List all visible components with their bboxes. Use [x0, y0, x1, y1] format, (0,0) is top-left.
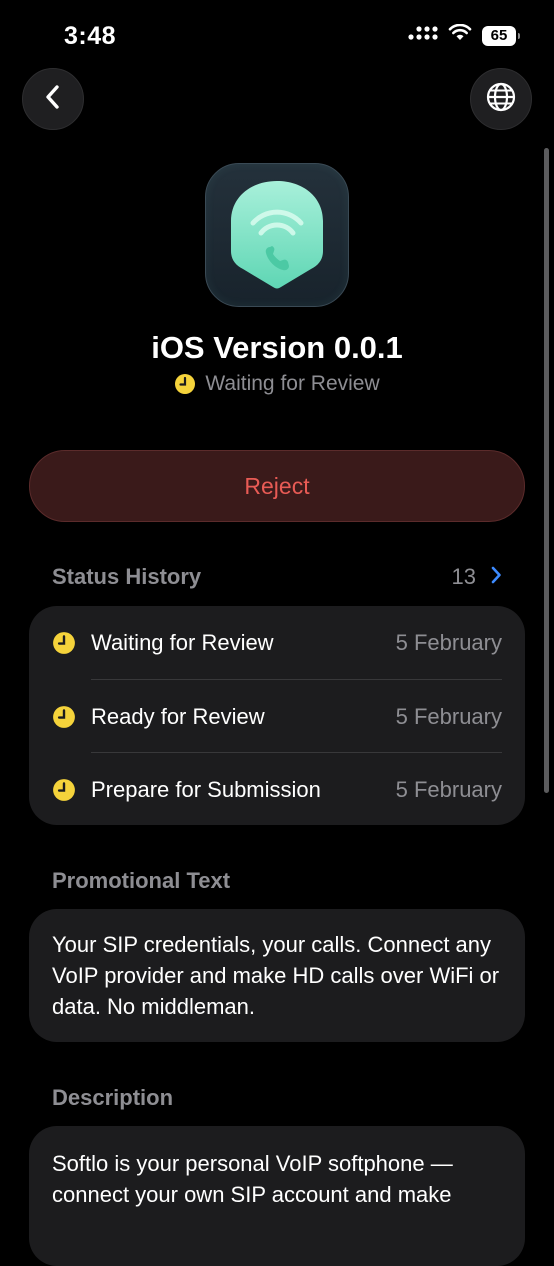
status-history-link[interactable]: 13	[452, 564, 502, 590]
reject-button[interactable]: Reject	[29, 450, 525, 522]
clock-icon	[52, 705, 76, 729]
description-text: Softlo is your personal VoIP softphone —…	[52, 1151, 453, 1207]
clock-icon	[52, 778, 76, 802]
description-card[interactable]: Softlo is your personal VoIP softphone —…	[29, 1126, 525, 1266]
cellular-signal-icon	[408, 24, 438, 47]
description-header: Description	[52, 1085, 174, 1110]
history-date: 5 February	[395, 629, 502, 655]
scrollbar[interactable]	[544, 148, 549, 793]
promotional-text-card[interactable]: Your SIP credentials, your calls. Connec…	[29, 909, 525, 1042]
globe-icon	[485, 81, 517, 118]
status-history-header: Status History	[52, 564, 202, 589]
history-row[interactable]: Waiting for Review 5 February	[29, 606, 525, 679]
status-icons: 65	[408, 23, 520, 47]
language-button[interactable]	[470, 68, 532, 130]
history-row[interactable]: Ready for Review 5 February	[29, 680, 525, 753]
clock-icon	[52, 631, 76, 655]
promotional-text: Your SIP credentials, your calls. Connec…	[52, 932, 500, 1019]
chevron-left-icon	[42, 84, 64, 115]
status-history-list: Waiting for Review 5 February Ready for …	[29, 606, 525, 825]
app-icon	[205, 163, 349, 307]
battery-icon: 65	[482, 25, 520, 46]
history-status: Prepare for Submission	[91, 776, 321, 802]
clock-icon	[174, 373, 196, 395]
history-status: Ready for Review	[91, 703, 265, 729]
status-bar: 3:48 65	[0, 0, 554, 70]
wifi-icon	[448, 23, 472, 47]
history-row[interactable]: Prepare for Submission 5 February	[29, 753, 525, 826]
history-date: 5 February	[395, 703, 502, 729]
chevron-right-icon	[490, 564, 502, 590]
page-title: iOS Version 0.0.1	[151, 330, 403, 365]
review-status: Waiting for Review	[0, 372, 554, 396]
history-date: 5 February	[395, 776, 502, 802]
status-history-count: 13	[451, 564, 476, 589]
review-status-text: Waiting for Review	[205, 372, 380, 395]
back-button[interactable]	[22, 68, 84, 130]
history-status: Waiting for Review	[91, 629, 274, 655]
status-time: 3:48	[64, 22, 117, 50]
promotional-text-header: Promotional Text	[52, 868, 231, 893]
